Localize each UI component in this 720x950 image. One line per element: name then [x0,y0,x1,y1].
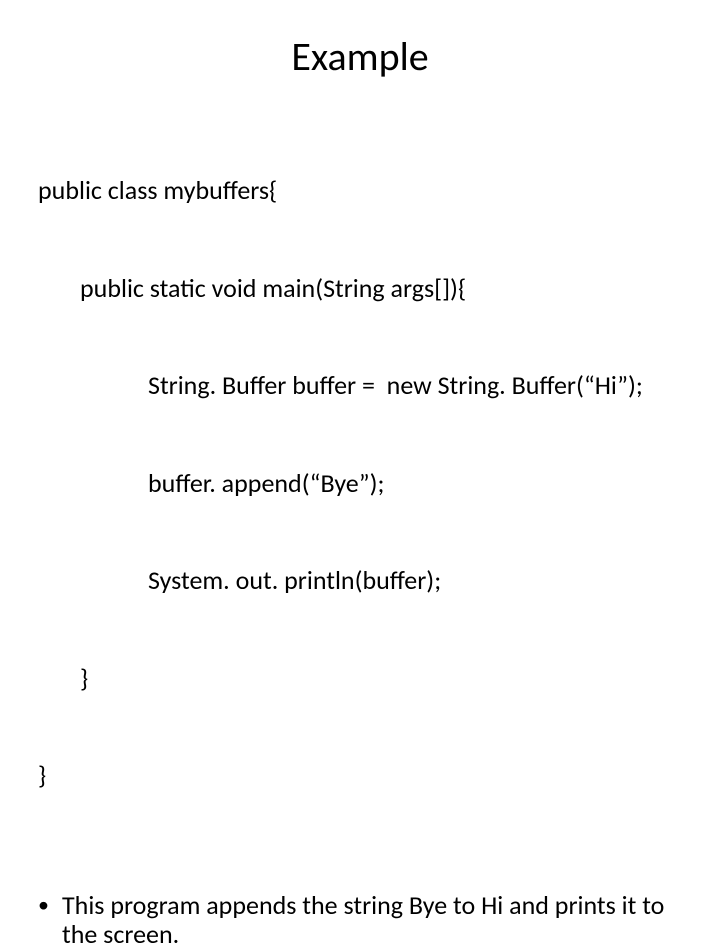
code-line: System. out. println(buffer); [38,564,682,597]
bullet-text: This program appends the string Bye to H… [62,891,682,950]
code-line: } [38,662,682,695]
code-line: String. Buffer buffer = new String. Buff… [38,369,682,402]
code-block: public class mybuffers{ public static vo… [38,109,682,857]
bullet-item: • This program appends the string Bye to… [38,891,682,950]
code-line: public static void main(String args[]){ [38,272,682,305]
bullet-list: • This program appends the string Bye to… [38,891,682,950]
code-line: public class mybuffers{ [38,174,682,207]
code-line: buffer. append(“Bye”); [38,467,682,500]
slide: Example public class mybuffers{ public s… [0,0,720,540]
bullet-mark: • [38,891,62,920]
slide-title: Example [38,32,682,81]
code-line: } [38,759,682,792]
